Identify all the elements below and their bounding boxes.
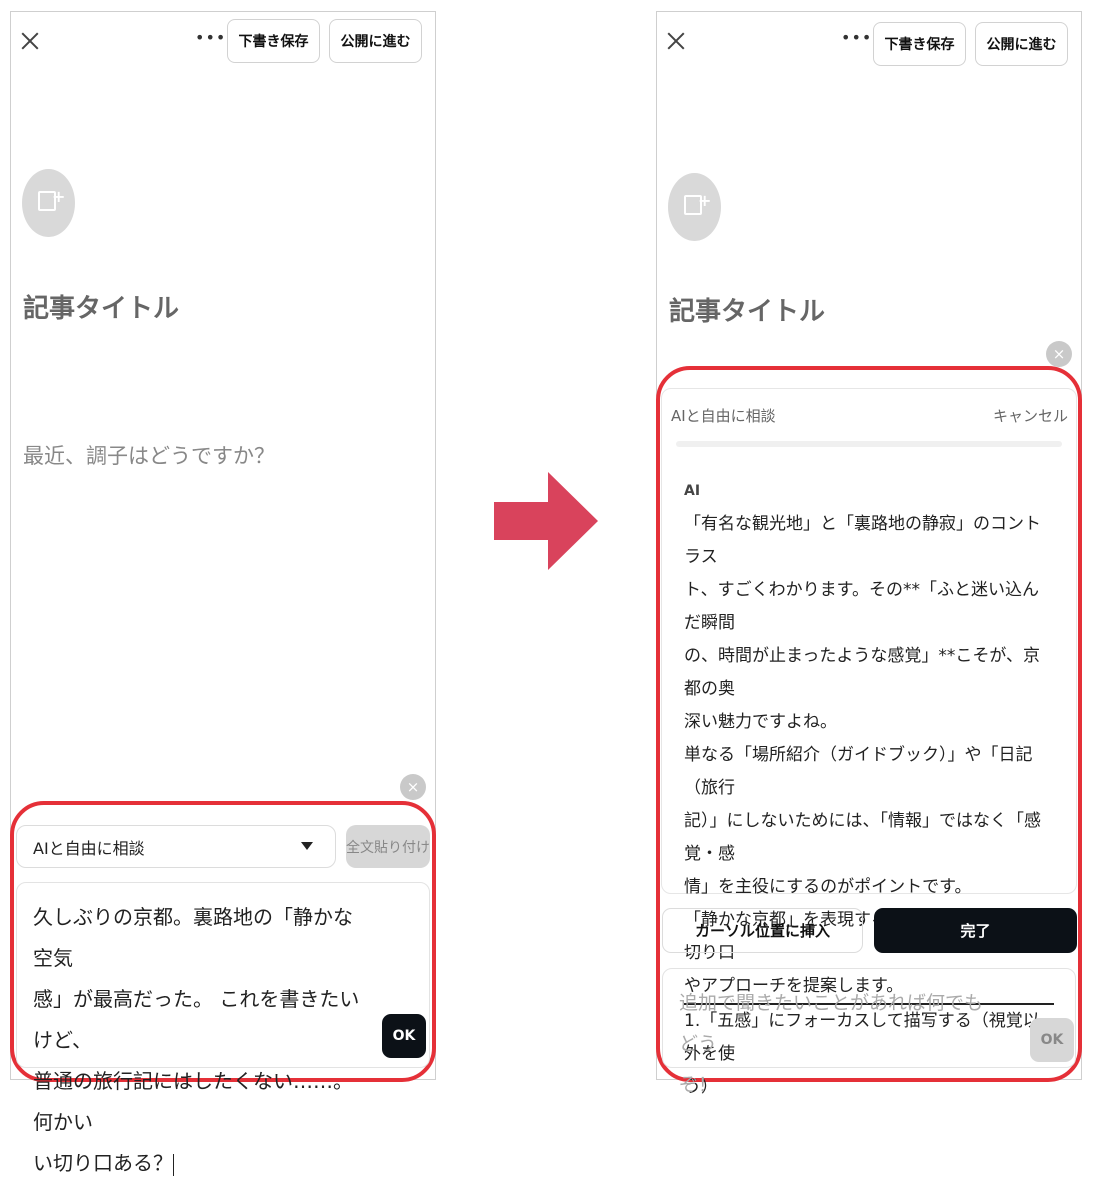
prompt-line: 普通の旅行記にはしたくない……。 何かい [33,1069,353,1134]
placeholder-line: 追加で聞きたいことがあれば何でもどう [679,992,984,1055]
prompt-line: 久しぶりの京都。裏路地の「静かな空気 [33,905,353,970]
plus-icon: + [698,191,712,210]
done-button[interactable]: 完了 [874,908,1077,953]
response-line: 「有名な観光地」と「裏路地の静寂」のコントラス [684,514,1041,567]
response-line: 情」を主役にするのがポイントです。 [684,877,972,897]
publish-button[interactable]: 公開に進む [975,22,1068,66]
add-image-button[interactable]: + [22,169,75,237]
cancel-button[interactable]: キャンセル [993,405,1068,426]
text-cursor [173,1153,174,1176]
response-line: 単なる「場所紹介（ガイドブック）」や「日記（旅行 [684,745,1033,798]
followup-input[interactable]: 追加で聞きたいことがあれば何でもどう ぞ！ OK [662,968,1076,1096]
more-menu-icon[interactable]: ••• [841,28,872,47]
response-line: の、時間が止まったような感覚」**こそが、京都の奥 [684,646,1040,699]
insert-at-cursor-button[interactable]: カーソル位置に挿入 [662,908,863,953]
save-draft-button[interactable]: 下書き保存 [873,22,966,66]
followup-placeholder: 追加で聞きたいことがあれば何でもどう ぞ！ [679,983,999,1106]
placeholder-line: ぞ！ [679,1074,718,1096]
prompt-line: い切り口ある？ [33,1151,173,1175]
ai-prompt-input[interactable]: 久しぶりの京都。裏路地の「静かな空気 感」が最高だった。 これを書きたいけど、 … [16,882,430,1176]
response-line: 深い魅力ですよね。 [684,712,837,732]
send-ok-button[interactable]: OK [382,1014,426,1058]
editor-screen-after: ••• 下書き保存 公開に進む + 記事タイトル × AIと自由に相談 キャンセ… [656,11,1082,1097]
paste-full-text-button[interactable]: 全文貼り付け [346,825,430,868]
ai-panel-close-button[interactable]: × [400,774,426,800]
more-menu-icon[interactable]: ••• [195,28,226,47]
ai-mode-label: AIと自由に相談 [33,838,145,858]
add-image-button[interactable]: + [668,173,721,241]
close-icon[interactable] [19,30,41,52]
ai-chat-card: AIと自由に相談 キャンセル AI 「有名な観光地」と「裏路地の静寂」のコントラ… [661,388,1077,1097]
close-icon[interactable] [665,30,687,52]
response-line: 記）」にしないためには、「情報」ではなく「感覚・感 [684,811,1041,864]
editor-screen-before: ••• 下書き保存 公開に進む + 記事タイトル 最近、調子はどうですか？ × … [10,11,436,1176]
publish-button[interactable]: 公開に進む [329,19,422,63]
ai-mode-label: AIと自由に相談 [671,407,776,425]
ai-panel-close-button[interactable]: × [1046,341,1072,367]
article-title-field[interactable]: 記事タイトル [669,291,825,328]
save-draft-button[interactable]: 下書き保存 [227,19,320,63]
plus-icon: + [52,187,66,206]
ai-speaker-label: AI [684,483,701,499]
ai-mode-select[interactable]: AIと自由に相談 [16,825,336,868]
send-ok-button[interactable]: OK [1030,1018,1074,1062]
transition-arrow-icon [494,472,598,570]
article-body-field[interactable]: 最近、調子はどうですか？ [23,440,275,470]
prompt-line: 感」が最高だった。 これを書きたいけど、 [33,987,360,1052]
divider [676,441,1062,447]
response-line: ト、すごくわかります。その**「ふと迷い込んだ瞬間 [684,580,1039,633]
dropdown-caret-icon [301,842,313,850]
ai-prompt-text: 久しぶりの京都。裏路地の「静かな空気 感」が最高だった。 これを書きたいけど、 … [33,897,363,1184]
article-title-field[interactable]: 記事タイトル [23,288,179,325]
